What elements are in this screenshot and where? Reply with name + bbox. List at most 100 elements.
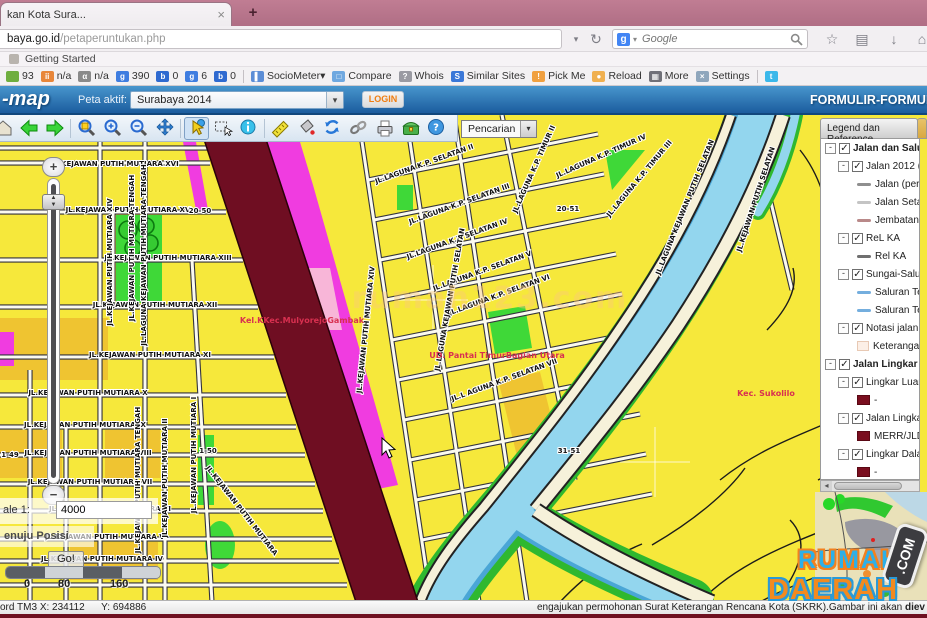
scrollbar-thumb[interactable]	[834, 482, 902, 490]
downloads-icon[interactable]: ↓	[884, 29, 904, 49]
map-label: rumah123.com	[352, 281, 629, 316]
forward-button[interactable]	[42, 117, 67, 140]
zoom-in-slider-button[interactable]: +	[42, 157, 65, 177]
search-icon[interactable]	[790, 33, 803, 46]
pencarian-dropdown[interactable]: Pencarian ▾	[461, 120, 537, 138]
clipboard-icon[interactable]: ▤	[852, 29, 872, 49]
url-dropdown-icon[interactable]: ▾	[566, 29, 586, 49]
compare-extension[interactable]: □Compare	[332, 70, 391, 82]
url-field[interactable]: baya.go.id/petaperuntukan.php	[0, 29, 562, 49]
pan-button[interactable]	[152, 117, 177, 140]
alexa-extension[interactable]: αn/a	[78, 70, 109, 82]
stats-extension[interactable]: iin/a	[41, 70, 72, 82]
layer-checkbox[interactable]: ✓	[852, 161, 863, 172]
info-tool-button[interactable]	[236, 117, 261, 140]
similar-sites-extension[interactable]: SSimilar Sites	[451, 70, 525, 82]
scale-input[interactable]	[56, 501, 152, 519]
collapse-icon[interactable]: -	[838, 413, 849, 424]
reload-ext-extension[interactable]: ●Reload	[592, 70, 641, 82]
more-extension[interactable]: ▦More	[649, 70, 689, 82]
bookmark-getting-started[interactable]: Getting Started	[25, 53, 96, 65]
zoom-out-button[interactable]	[126, 117, 151, 140]
scroll-left-icon[interactable]: ◂	[821, 481, 832, 491]
identify-tool-button[interactable]	[184, 117, 209, 140]
google-index-extension[interactable]: g6	[185, 70, 207, 82]
search-box[interactable]: g ▾	[612, 29, 808, 49]
export-button[interactable]	[398, 117, 423, 140]
legend-secondary-tab[interactable]	[917, 118, 927, 139]
new-tab-button[interactable]: +	[242, 4, 264, 22]
legend-item: -✓Jalan 2012 (lin	[821, 157, 919, 175]
extension-label: n/a	[57, 70, 72, 82]
legend-item: Saluran Tertu	[821, 301, 919, 319]
link-tool-button[interactable]	[346, 117, 371, 140]
rank-badge-extension[interactable]: 93	[6, 70, 34, 82]
bing-index-extension[interactable]: b0	[214, 70, 236, 82]
zoom-slider-track[interactable]	[47, 178, 60, 484]
style-tool-button[interactable]	[294, 117, 319, 140]
collapse-icon[interactable]: -	[838, 269, 849, 280]
chevron-down-icon[interactable]: ▾	[520, 121, 536, 137]
formulir-menu[interactable]: FORMULIR-FORMULIR	[810, 93, 927, 107]
extension-label: 6	[201, 70, 207, 82]
app-logo: -map	[2, 88, 50, 111]
whois-extension[interactable]: ?Whois	[399, 70, 444, 82]
layer-checkbox[interactable]: ✓	[839, 143, 850, 154]
bing-index-extension[interactable]: b0	[156, 70, 178, 82]
zoom-extent-button[interactable]	[74, 117, 99, 140]
zoom-slider[interactable]: + ▲▼ −	[41, 157, 66, 505]
sociometer-extension[interactable]: ▌SocioMeter▾	[251, 70, 325, 82]
collapse-icon[interactable]: -	[838, 449, 849, 460]
tab-peta-peruntukan[interactable]: kan Kota Sura... ×	[0, 2, 232, 26]
scalebar-segment	[45, 567, 84, 578]
search-input[interactable]	[640, 32, 787, 46]
engine-dropdown-icon[interactable]: ▾	[633, 35, 637, 44]
settings-icon: ×	[696, 71, 709, 82]
map-label: JL.LAGUNA KEJAWAN PUTIH MUTIARA TENGAH	[140, 164, 148, 347]
ruler-icon	[270, 117, 292, 139]
layer-checkbox[interactable]: ✓	[839, 359, 850, 370]
twitter-extension[interactable]: t	[765, 71, 778, 82]
map-label: 20-50	[189, 207, 212, 215]
close-tab-icon[interactable]: ×	[217, 7, 225, 22]
legend-label: Jalan 2012 (lin	[866, 161, 919, 172]
layer-checkbox[interactable]: ✓	[852, 449, 863, 460]
collapse-icon[interactable]: -	[825, 143, 836, 154]
map-label: JL.KEJAWAN PUTIH MUTIARA TENGAH	[134, 407, 142, 555]
layer-checkbox[interactable]: ✓	[852, 323, 863, 334]
collapse-icon[interactable]: -	[838, 233, 849, 244]
collapse-icon[interactable]: -	[838, 323, 849, 334]
google-index-extension[interactable]: g390	[116, 70, 150, 82]
layer-checkbox[interactable]: ✓	[852, 269, 863, 280]
print-button[interactable]	[372, 117, 397, 140]
zoom-slider-thumb[interactable]: ▲▼	[42, 194, 65, 210]
login-button[interactable]: LOGIN	[362, 91, 404, 108]
collapse-icon[interactable]: -	[825, 359, 836, 370]
select-tool-button[interactable]	[210, 117, 235, 140]
pickme-icon: !	[532, 71, 545, 82]
map-canvas[interactable]: JL.KEJAWAN PUTIH MUTIARA XVIJL.KEJAWAN P…	[0, 115, 927, 602]
back-button[interactable]	[16, 117, 41, 140]
legend-tab[interactable]: Legend dan Reference	[820, 118, 918, 139]
overview-map[interactable]	[815, 492, 927, 602]
layer-checkbox[interactable]: ✓	[852, 413, 863, 424]
collapse-icon[interactable]: -	[838, 377, 849, 388]
help-button[interactable]: ?	[424, 117, 449, 140]
google-engine-icon[interactable]: g	[617, 33, 630, 46]
chevron-down-icon[interactable]: ▾	[326, 92, 343, 108]
collapse-icon[interactable]: -	[838, 161, 849, 172]
reload-icon[interactable]: ↻	[586, 29, 606, 49]
layer-checkbox[interactable]: ✓	[852, 233, 863, 244]
refresh-map-button[interactable]	[320, 117, 345, 140]
active-map-select[interactable]: Surabaya 2014 ▾	[130, 91, 344, 109]
home-extent-button[interactable]	[0, 117, 15, 140]
zoom-in-button[interactable]	[100, 117, 125, 140]
measure-tool-button[interactable]	[268, 117, 293, 140]
home-icon[interactable]: ⌂	[912, 29, 927, 49]
legend-scrollbar[interactable]: ◂	[820, 480, 920, 492]
legend-label: Jalan Lingkar	[853, 359, 917, 370]
layer-checkbox[interactable]: ✓	[852, 377, 863, 388]
pickme-extension[interactable]: !Pick Me	[532, 70, 585, 82]
settings-extension[interactable]: ×Settings	[696, 70, 750, 82]
bookmark-star-icon[interactable]: ☆	[822, 29, 842, 49]
